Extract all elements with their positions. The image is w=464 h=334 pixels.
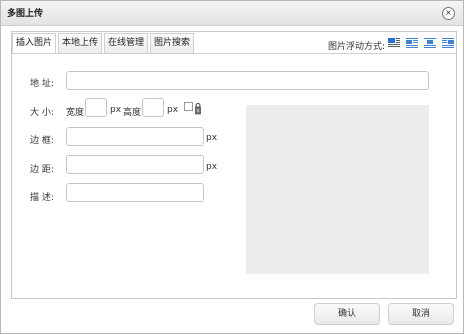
border-input[interactable]	[66, 127, 204, 146]
image-preview-area	[246, 105, 429, 274]
address-input[interactable]	[66, 71, 429, 90]
border-unit: px	[206, 133, 218, 143]
size-label: 大 小:	[30, 108, 54, 118]
dialog-title: 多图上传	[7, 9, 44, 19]
description-label: 描 述:	[30, 193, 54, 203]
lock-ratio-checkbox[interactable]	[184, 102, 193, 111]
close-icon: ×	[445, 8, 452, 17]
border-label: 边 框:	[30, 136, 54, 146]
tab-insert-image[interactable]: 插入图片	[12, 33, 56, 54]
tab-label: 在线管理	[107, 38, 144, 48]
height-input[interactable]	[142, 98, 164, 117]
tab-label: 图片搜索	[153, 38, 190, 48]
float-center-icon[interactable]	[423, 37, 437, 48]
confirm-button[interactable]: 确认	[314, 303, 380, 325]
tab-online-manage[interactable]: 在线管理	[104, 33, 148, 53]
margin-unit: px	[206, 162, 218, 172]
dialog-content: 插入图片 本地上传 在线管理 图片搜索 图片浮动方式: 地 址: 大 小: 宽度…	[11, 31, 457, 299]
float-left-icon[interactable]	[405, 37, 419, 48]
margin-input[interactable]	[66, 155, 204, 174]
confirm-button-label: 确认	[337, 309, 356, 319]
cancel-button[interactable]: 取消	[388, 303, 454, 325]
upload-dialog: 多图上传 × 插入图片 本地上传 在线管理 图片搜索 图片浮动方式: 地 址: …	[0, 0, 464, 334]
tab-local-upload[interactable]: 本地上传	[58, 33, 102, 53]
tab-image-search[interactable]: 图片搜索	[150, 33, 194, 53]
margin-label: 边 距:	[30, 165, 54, 175]
float-none-icon[interactable]	[387, 37, 401, 48]
height-unit: px	[167, 105, 179, 115]
tab-label: 本地上传	[61, 38, 98, 48]
width-input[interactable]	[85, 98, 107, 117]
tab-label: 插入图片	[15, 38, 52, 48]
width-label: 宽度	[66, 108, 85, 118]
close-button[interactable]: ×	[442, 7, 455, 20]
description-input[interactable]	[66, 183, 204, 202]
tab-divider	[12, 53, 456, 54]
height-label: 高度	[123, 108, 142, 118]
width-unit: px	[110, 105, 122, 115]
float-right-icon[interactable]	[441, 37, 455, 48]
float-mode-label: 图片浮动方式:	[328, 42, 386, 52]
address-label: 地 址:	[30, 79, 54, 89]
lock-icon[interactable]	[195, 103, 201, 115]
dialog-titlebar[interactable]: 多图上传 ×	[1, 1, 463, 26]
cancel-button-label: 取消	[411, 309, 430, 319]
